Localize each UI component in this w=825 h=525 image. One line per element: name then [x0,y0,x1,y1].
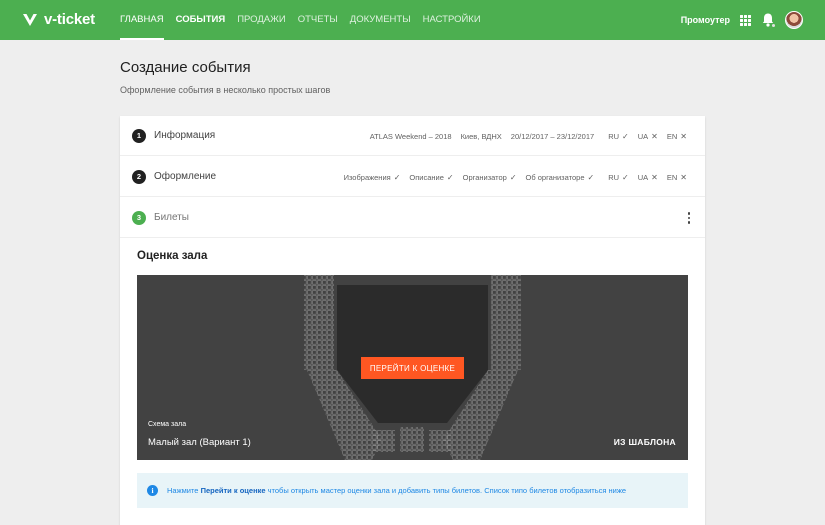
language-ua: UA ✕ [637,131,658,141]
nav-item-reports[interactable]: ОТЧЕТЫ [292,0,344,40]
page-title: Создание события [120,59,251,76]
step-title: Оформление [154,171,217,182]
top-app-bar: v-ticket ГЛАВНАЯ СОБЫТИЯ ПРОДАЖИ ОТЧЕТЫ … [0,0,825,40]
step-information[interactable]: 1 Информация ATLAS Weekend – 2018 Киев, … [120,116,705,156]
language-en: EN ✕ [666,172,687,182]
step-tickets[interactable]: 3 Билеты [120,198,705,238]
check-icon: ✓ [622,131,629,141]
nav-item-documents[interactable]: ДОКУМЕНТЫ [344,0,417,40]
check-icon: ✓ [622,172,629,182]
design-item-organizer: Организатор ✓ [462,172,517,182]
event-venue: Киев, ВДНХ [460,131,502,141]
nav-item-events[interactable]: СОБЫТИЯ [170,0,232,40]
language-ru: RU ✓ [608,172,629,182]
info-link[interactable]: Перейти к оценке [201,486,266,495]
event-wizard-card: 1 Информация ATLAS Weekend – 2018 Киев, … [120,116,705,525]
language-ru: RU ✓ [608,131,629,141]
cross-icon: ✕ [651,172,658,182]
step-design[interactable]: 2 Оформление Изображения ✓ Описание ✓ Орга… [120,157,705,197]
check-icon: ✓ [509,172,517,182]
main-nav: ГЛАВНАЯ СОБЫТИЯ ПРОДАЖИ ОТЧЕТЫ ДОКУМЕНТЫ… [114,0,487,40]
step-number-badge: 3 [132,210,146,225]
step-title: Информация [154,130,216,141]
user-avatar[interactable] [785,11,803,29]
cross-icon: ✕ [680,131,687,141]
go-to-evaluation-button[interactable]: ПЕРЕЙТИ К ОЦЕНКЕ [361,357,464,379]
logo-v-icon [23,13,37,26]
info-text: Нажмите Перейти к оценке чтобы открыть м… [167,486,626,495]
from-template-button[interactable]: ИЗ ШАБЛОНА [614,437,676,447]
cross-icon: ✕ [651,131,658,141]
check-icon: ✓ [393,172,401,182]
step-number-badge: 1 [132,128,146,143]
language-ua: UA ✕ [637,172,658,182]
notification-badge [771,23,776,28]
topbar-actions: Промоутер [681,0,803,40]
section-title: Оценка зала [137,250,208,262]
logo[interactable]: v-ticket [22,11,95,28]
info-suffix: чтобы открыть мастер оценки зала и добав… [267,486,627,495]
logo-text: v-ticket [44,11,95,28]
nav-item-settings[interactable]: НАСТРОЙКИ [417,0,487,40]
more-vert-icon[interactable] [687,212,690,224]
nav-item-sales[interactable]: ПРОДАЖИ [231,0,292,40]
nav-item-home[interactable]: ГЛАВНАЯ [114,0,170,40]
hall-name: Малый зал (Вариант 1) [148,437,251,448]
user-role-menu[interactable]: Промоутер [681,15,730,25]
check-icon: ✓ [587,172,595,182]
info-notice: i Нажмите Перейти к оценке чтобы открыть… [137,473,688,508]
apps-grid-icon[interactable] [740,14,751,26]
hall-scheme-preview: ПЕРЕЙТИ К ОЦЕНКЕ Схема зала Малый зал (В… [137,275,688,460]
design-item-about-organizer: Об организаторе ✓ [525,172,595,182]
step-summary: ATLAS Weekend – 2018 Киев, ВДНХ 20/12/20… [361,116,687,156]
design-item-description: Описание ✓ [409,172,454,182]
info-icon: i [147,485,158,496]
info-prefix: Нажмите [167,486,199,495]
event-dates: 20/12/2017 – 23/12/2017 [510,131,595,141]
language-en: EN ✕ [666,131,687,141]
design-item-images: Изображения ✓ [343,172,401,182]
page-subtitle: Оформление события в несколько простых ш… [120,85,331,95]
event-name: ATLAS Weekend – 2018 [369,131,452,141]
step-title: Билеты [154,212,189,223]
scheme-caption: Схема зала [148,421,187,428]
check-icon: ✓ [446,172,454,182]
cross-icon: ✕ [680,172,687,182]
step-summary: Изображения ✓ Описание ✓ Организатор ✓ Об о… [332,157,687,197]
step-number-badge: 2 [132,169,146,184]
notifications-bell-icon[interactable] [761,12,776,28]
